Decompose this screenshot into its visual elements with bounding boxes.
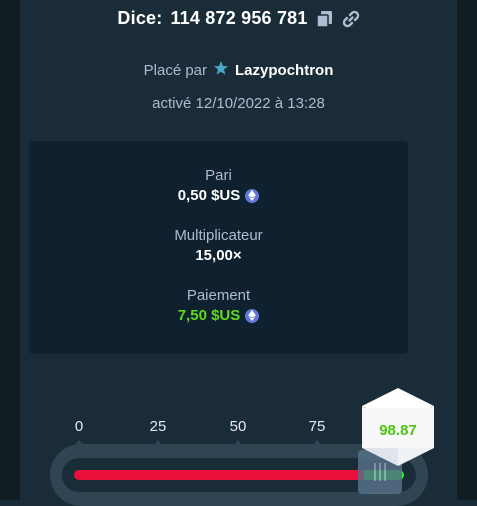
bet-value-row: 0,50 $US [29,187,408,204]
ethereum-icon [245,308,260,323]
bet-stat: Pari 0,50 $US [29,167,408,204]
copy-icon[interactable] [315,10,334,28]
dice-result-value: 98.87 [379,422,417,439]
multiplier-stat: Multiplicateur 15,00× [29,227,408,264]
link-icon[interactable] [342,10,360,28]
bet-amount: 0,50 $US [177,187,241,204]
payout-stat: Paiement 7,50 $US [29,287,408,324]
bet-game-label: Dice: [117,8,163,28]
bet-label: Pari [205,167,232,184]
result-dice-cube: 98.87 [360,386,436,468]
tick-label: 25 [149,418,167,435]
lose-range-bar [74,470,364,480]
payout-value-row: 7,50 $US [29,307,408,324]
bet-summary-card: Pari 0,50 $US Multiplicateur 15,00× Paie… [29,141,408,354]
payout-amount: 7,50 $US [177,307,241,324]
multiplier-value: 15,00× [195,247,242,264]
placed-by-label: Placé par [143,61,208,79]
star-icon [213,60,229,80]
tick-label: 50 [229,418,247,435]
tick-label: 0 [74,418,84,435]
multiplier-label: Multiplicateur [174,227,263,244]
username-link[interactable]: Lazypochtron [235,62,333,79]
bet-id-value: 114 872 956 781 [170,8,308,28]
bet-id-row: Dice: 114 872 956 781 [20,8,457,29]
activation-date: activé 12/10/2022 à 13:28 [152,95,325,112]
tick-label: 75 [308,418,326,435]
payout-label: Paiement [186,287,251,304]
placed-by-row: Placé par Lazypochtron [20,60,457,80]
ethereum-icon [245,188,260,203]
dice-result-slider: 0 25 50 75 98.87 [0,356,477,506]
